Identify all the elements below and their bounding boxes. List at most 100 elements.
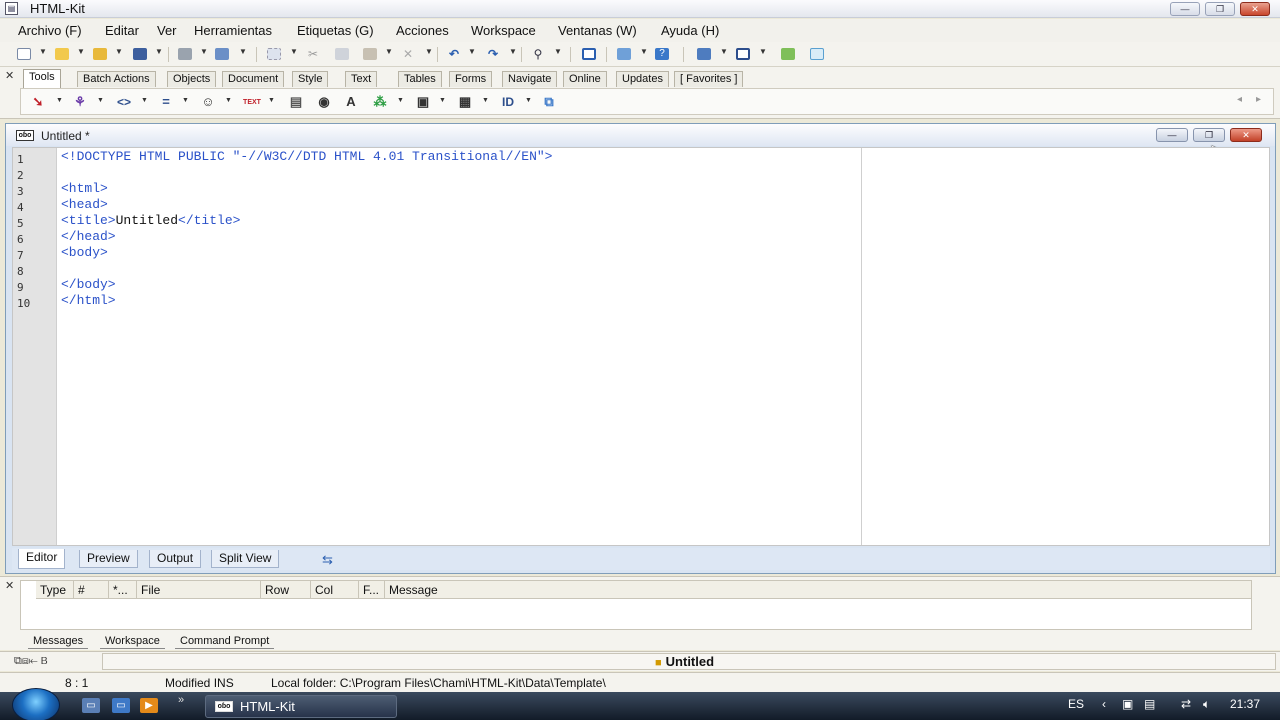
- doc-minimize-button[interactable]: —: [1156, 128, 1188, 142]
- open-file-tab[interactable]: ■ Untitled: [655, 654, 714, 669]
- save-icon[interactable]: [131, 46, 149, 62]
- tab-document[interactable]: Document: [222, 71, 285, 87]
- close-button[interactable]: ✕: [1240, 2, 1270, 16]
- color-dots-icon[interactable]: ⁂: [371, 94, 389, 110]
- tab-batch-actions[interactable]: Batch Actions: [77, 71, 156, 87]
- publish-icon[interactable]: [213, 46, 231, 62]
- undo-dropdown-arrow[interactable]: ▼: [468, 47, 476, 56]
- equals-icon[interactable]: =: [157, 94, 175, 110]
- tool-dropdown-arrow[interactable]: ▼: [439, 97, 446, 104]
- tool-dropdown-arrow[interactable]: ▼: [397, 97, 404, 104]
- tag-wand-icon[interactable]: ➘: [29, 94, 47, 110]
- tool-dropdown-arrow[interactable]: ▼: [525, 97, 532, 104]
- tray-network-icon[interactable]: ▣: [1122, 697, 1133, 711]
- menu-ventanas[interactable]: Ventanas (W): [558, 23, 637, 38]
- quick-launch-more-icon[interactable]: »: [178, 694, 184, 706]
- window-dropdown-arrow[interactable]: ▼: [759, 47, 767, 56]
- close-toolbar-icon[interactable]: ✕: [5, 69, 14, 82]
- menu-ver[interactable]: Ver: [157, 23, 177, 38]
- tab-forms[interactable]: Forms: [449, 71, 493, 87]
- delete-icon[interactable]: ✕: [399, 46, 417, 62]
- menu-workspace[interactable]: Workspace: [471, 23, 536, 38]
- menu-etiquetas[interactable]: Etiquetas (G): [297, 23, 374, 38]
- tab-workspace[interactable]: Workspace: [100, 634, 165, 649]
- scroll-left-icon[interactable]: ◂: [1237, 94, 1242, 105]
- column-type[interactable]: Type: [36, 581, 74, 599]
- messages-table[interactable]: Type # *... File Row Col F... Message: [20, 580, 1252, 630]
- tab-online[interactable]: Online: [563, 71, 607, 87]
- maximize-button[interactable]: ❐: [1205, 2, 1235, 16]
- preview-options-icon[interactable]: ⇆: [322, 552, 333, 568]
- quick-launch-explorer-icon[interactable]: ▭: [82, 698, 100, 713]
- quick-launch-media-icon[interactable]: ▶: [140, 698, 158, 713]
- open-project-icon[interactable]: [91, 46, 109, 62]
- eye-icon[interactable]: ◉: [315, 94, 333, 110]
- menu-ayuda[interactable]: Ayuda (H): [661, 23, 719, 38]
- column-number[interactable]: #: [74, 581, 109, 599]
- code-editor[interactable]: 1 2 3 4 5 6 7 8 9 10 <!DOCTYPE HTML PUBL…: [12, 147, 1270, 546]
- print-icon[interactable]: [176, 46, 194, 62]
- paste-dropdown-arrow[interactable]: ▼: [385, 47, 393, 56]
- smiley-icon[interactable]: ☺: [199, 94, 217, 110]
- doc-close-button[interactable]: ✕: [1230, 128, 1262, 142]
- open-folder-icon[interactable]: [53, 46, 71, 62]
- delete-dropdown-arrow[interactable]: ▼: [425, 47, 433, 56]
- tab-favorites[interactable]: [ Favorites ]: [674, 71, 744, 87]
- tab-command-prompt[interactable]: Command Prompt: [175, 634, 275, 649]
- tool-dropdown-arrow[interactable]: ▼: [141, 97, 148, 104]
- column-col[interactable]: Col: [311, 581, 359, 599]
- quick-launch-desktop-icon[interactable]: ▭: [112, 698, 130, 713]
- tab-output[interactable]: Output: [149, 550, 202, 568]
- find-dropdown-arrow[interactable]: ▼: [554, 47, 562, 56]
- id-attribute-icon[interactable]: ID: [499, 94, 517, 110]
- undo-icon[interactable]: ↶: [445, 46, 463, 62]
- layout-icon[interactable]: [808, 46, 826, 62]
- tab-text[interactable]: Text: [345, 71, 378, 87]
- tray-vm-icon[interactable]: ▤: [1144, 697, 1155, 711]
- scroll-right-icon[interactable]: ▸: [1256, 94, 1261, 105]
- find-binoculars-icon[interactable]: ⚲: [529, 46, 547, 62]
- tab-preview[interactable]: Preview: [79, 550, 138, 568]
- sitemap-icon[interactable]: ⧉: [540, 94, 558, 110]
- tab-style[interactable]: Style: [292, 71, 329, 87]
- menu-herramientas[interactable]: Herramientas: [194, 23, 272, 38]
- new-file-icon[interactable]: [15, 46, 33, 62]
- menu-editar[interactable]: Editar: [105, 23, 139, 38]
- save-dropdown-arrow[interactable]: ▼: [155, 47, 163, 56]
- sync-arrows-icon[interactable]: [779, 46, 797, 62]
- tab-tables[interactable]: Tables: [398, 71, 442, 87]
- cut-icon[interactable]: ✂: [304, 46, 322, 62]
- tool-dropdown-arrow[interactable]: ▼: [97, 97, 104, 104]
- tray-clock[interactable]: 21:37: [1230, 697, 1260, 711]
- column-modified[interactable]: *...: [109, 581, 137, 599]
- new-dropdown-arrow[interactable]: ▼: [39, 47, 47, 56]
- tab-navigate[interactable]: Navigate: [502, 71, 558, 87]
- tab-editor[interactable]: Editor: [18, 549, 66, 569]
- select-all-icon[interactable]: [265, 46, 283, 62]
- language-indicator[interactable]: ES: [1068, 697, 1084, 711]
- tool-dropdown-arrow[interactable]: ▼: [482, 97, 489, 104]
- tab-updates[interactable]: Updates: [616, 71, 669, 87]
- close-messages-icon[interactable]: ✕: [5, 579, 14, 592]
- tab-split-view[interactable]: Split View: [211, 550, 280, 568]
- tool-dropdown-arrow[interactable]: ▼: [268, 97, 275, 104]
- taskbar-app-button[interactable]: oɓo HTML-Kit: [205, 695, 397, 718]
- tray-volume-icon[interactable]: 🔈︎: [1203, 697, 1210, 712]
- open-dropdown-arrow[interactable]: ▼: [77, 47, 85, 56]
- tool-dropdown-arrow[interactable]: ▼: [225, 97, 232, 104]
- preview-monitor-icon[interactable]: [695, 46, 713, 62]
- panel-toggle-icons[interactable]: ⧉⧈⇤ 𝖡: [14, 655, 48, 668]
- menu-acciones[interactable]: Acciones: [396, 23, 449, 38]
- text-format-icon[interactable]: TEXT: [243, 94, 261, 110]
- plugins-dropdown-arrow[interactable]: ▼: [640, 47, 648, 56]
- minimize-button[interactable]: —: [1170, 2, 1200, 16]
- tray-connection-icon[interactable]: ⇄: [1181, 697, 1191, 711]
- tab-objects[interactable]: Objects: [167, 71, 217, 87]
- print-dropdown-arrow[interactable]: ▼: [200, 47, 208, 56]
- menu-archivo[interactable]: Archivo (F): [18, 23, 82, 38]
- column-message[interactable]: Message: [385, 581, 1251, 599]
- code-brackets-icon[interactable]: <>: [115, 94, 133, 110]
- select-dropdown-arrow[interactable]: ▼: [290, 47, 298, 56]
- tab-tools[interactable]: Tools: [23, 69, 61, 88]
- window-icon[interactable]: [734, 46, 752, 62]
